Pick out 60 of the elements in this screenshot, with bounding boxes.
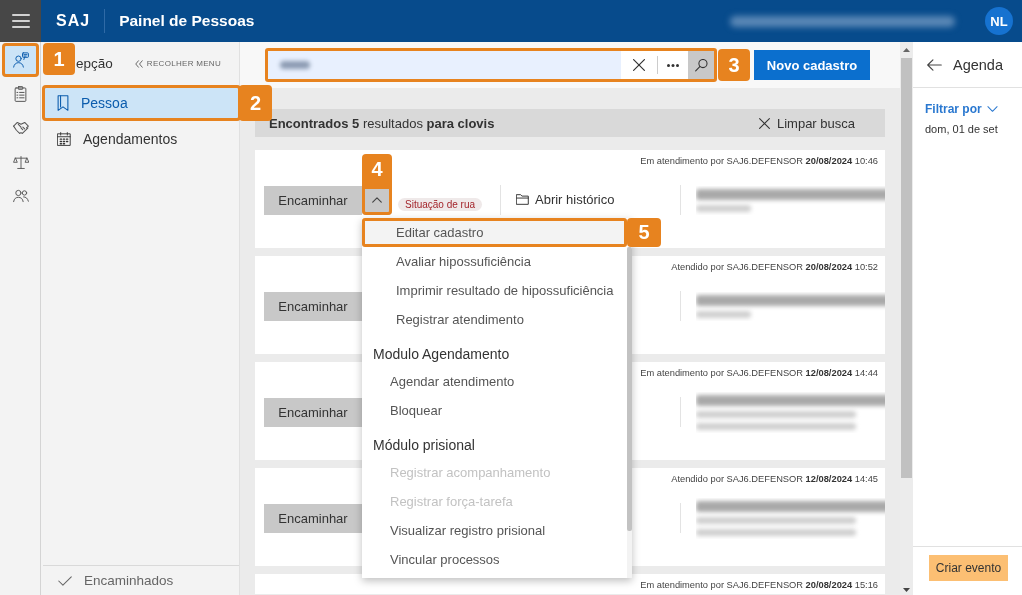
sidebar-item[interactable]: Pessoa bbox=[42, 85, 241, 121]
user-avatar[interactable]: NL bbox=[985, 7, 1013, 35]
create-event-button[interactable]: Criar evento bbox=[929, 555, 1008, 581]
menu-section-heading: Módulo prisional bbox=[372, 435, 476, 455]
clipboard-icon bbox=[14, 86, 27, 102]
scroll-up-icon[interactable] bbox=[903, 48, 910, 52]
search-icon bbox=[694, 58, 708, 72]
folder-icon bbox=[516, 193, 529, 205]
scroll-down-icon[interactable] bbox=[903, 588, 910, 592]
menu-button[interactable] bbox=[0, 0, 41, 42]
bookmark-icon bbox=[57, 95, 69, 111]
double-chevron-left-icon bbox=[134, 59, 143, 68]
close-icon bbox=[758, 117, 770, 129]
clear-search-button[interactable]: Limpar busca bbox=[758, 115, 855, 131]
card-status-text: Atendido por SAJ6.DEFENSOR 12/08/2024 14:45 bbox=[671, 473, 878, 486]
people-icon bbox=[12, 189, 29, 203]
person-chat-icon bbox=[12, 52, 29, 68]
forward-button[interactable]: Encaminhar bbox=[264, 397, 362, 427]
agenda-date: dom, 01 de set bbox=[925, 123, 999, 135]
card-status-text: Em atendimento por SAJ6.DEFENSOR 20/08/2024 10:46 bbox=[640, 155, 878, 168]
expand-toggle-button[interactable] bbox=[362, 185, 392, 215]
callout-badge: 1 bbox=[43, 43, 75, 75]
scrollbar-thumb[interactable] bbox=[901, 58, 912, 478]
forward-button[interactable]: Encaminhar bbox=[264, 503, 362, 533]
chevron-up-icon bbox=[372, 197, 382, 203]
sidebar-footer-item[interactable]: Encaminhados bbox=[43, 565, 239, 595]
new-record-button[interactable]: Novo cadastro bbox=[754, 50, 870, 80]
menu-section-heading: Modulo Agendamento bbox=[372, 344, 511, 364]
card-status-text: Atendido por SAJ6.DEFENSOR 20/08/2024 10:52 bbox=[671, 261, 878, 274]
nav-rail-button[interactable] bbox=[2, 43, 39, 77]
close-icon bbox=[633, 59, 645, 71]
menu-icon bbox=[11, 14, 30, 28]
menu-item[interactable]: Editar cadastro bbox=[362, 217, 627, 247]
forward-button[interactable]: Encaminhar bbox=[264, 185, 362, 215]
sidebar-item[interactable]: Agendamentos bbox=[42, 121, 241, 157]
more-icon bbox=[667, 63, 679, 67]
chevron-down-icon bbox=[986, 106, 998, 112]
status-tag: Situação de rua bbox=[398, 198, 483, 211]
callout-badge: 4 bbox=[362, 153, 392, 186]
callout-badge: 3 bbox=[718, 49, 750, 81]
arrow-left-icon bbox=[927, 58, 942, 71]
card-status-text: Em atendimento por SAJ6.DEFENSOR 20/08/2024 15:16 bbox=[640, 579, 878, 592]
app-name: SAJ bbox=[56, 12, 91, 30]
check-icon bbox=[58, 575, 72, 586]
back-button[interactable] bbox=[927, 58, 942, 71]
scales-icon bbox=[12, 154, 29, 170]
panel-title: Agenda bbox=[953, 56, 1003, 73]
page-title: Painel de Pessoas bbox=[119, 12, 255, 30]
history-link[interactable]: Abrir histórico bbox=[516, 191, 615, 207]
forward-button[interactable]: Encaminhar bbox=[264, 291, 362, 321]
card-status-text: Em atendimento por SAJ6.DEFENSOR 12/08/2024 14:44 bbox=[640, 367, 878, 380]
results-summary: Encontrados 5 resultados para clovis bbox=[269, 115, 495, 131]
collapse-menu-button[interactable]: RECOLHER MENU bbox=[134, 59, 221, 68]
search-field[interactable] bbox=[268, 51, 621, 79]
handshake-icon bbox=[12, 121, 29, 135]
filter-dropdown[interactable]: Filtrar por bbox=[925, 102, 998, 116]
calendar-icon bbox=[57, 132, 71, 146]
search-button[interactable] bbox=[688, 51, 714, 79]
callout-badge: 5 bbox=[627, 217, 661, 247]
sidebar-heading: epção bbox=[76, 56, 113, 71]
